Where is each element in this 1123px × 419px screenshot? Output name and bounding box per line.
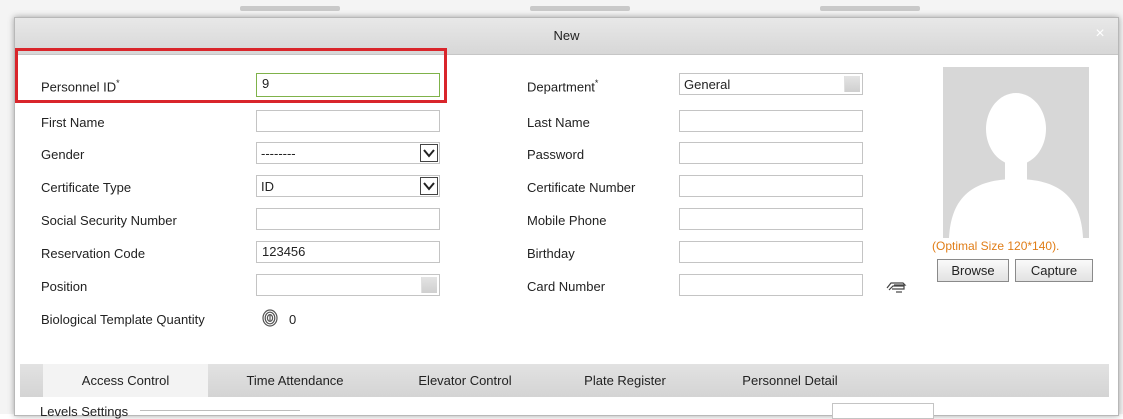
- levels-select[interactable]: [832, 403, 934, 419]
- chevron-down-icon[interactable]: [420, 144, 438, 162]
- position-select[interactable]: [256, 274, 440, 296]
- birthday-input[interactable]: [679, 241, 863, 263]
- birthday-label: Birthday: [527, 246, 575, 261]
- dialog-title: New: [553, 28, 580, 43]
- photo-preview: [943, 67, 1089, 238]
- gender-label: Gender: [41, 147, 85, 162]
- tab-personnel-detail[interactable]: Personnel Detail: [710, 364, 870, 397]
- dropdown-arrow-icon[interactable]: [844, 76, 860, 92]
- biological-template-count: 0: [289, 312, 297, 327]
- person-silhouette-icon: [949, 93, 1083, 238]
- tab-elevator-control[interactable]: Elevator Control: [390, 364, 540, 397]
- capture-button[interactable]: Capture: [1015, 259, 1093, 282]
- mobile-phone-input[interactable]: [679, 208, 863, 230]
- card-reader-icon[interactable]: [885, 279, 907, 293]
- last-name-input[interactable]: [679, 110, 863, 132]
- mobile-phone-label: Mobile Phone: [527, 213, 607, 228]
- first-name-input[interactable]: [256, 110, 440, 132]
- certificate-type-label: Certificate Type: [41, 180, 132, 195]
- background-hint: [530, 6, 630, 11]
- personnel-id-label: Personnel ID*: [41, 78, 120, 95]
- password-label: Password: [527, 147, 585, 162]
- card-number-label: Card Number: [527, 279, 606, 294]
- department-value: General: [684, 77, 731, 92]
- background-hint: [240, 6, 340, 11]
- certificate-number-label: Certificate Number: [527, 180, 636, 195]
- last-name-label: Last Name: [527, 115, 590, 130]
- tab-access-control[interactable]: Access Control: [43, 364, 208, 397]
- chevron-down-icon[interactable]: [420, 177, 438, 195]
- certificate-type-value: ID: [261, 179, 274, 194]
- dropdown-arrow-icon[interactable]: [421, 277, 437, 293]
- department-label: Department*: [527, 78, 599, 95]
- card-number-input[interactable]: [679, 274, 863, 296]
- first-name-label: First Name: [41, 115, 105, 130]
- certificate-number-input[interactable]: [679, 175, 863, 197]
- tab-plate-register[interactable]: Plate Register: [550, 364, 700, 397]
- reservation-code-label: Reservation Code: [41, 246, 146, 261]
- biological-template-quantity-label: Biological Template Quantity: [41, 312, 205, 327]
- background-hint: [820, 6, 920, 11]
- close-icon[interactable]: ×: [1092, 26, 1108, 42]
- certificate-type-select[interactable]: ID: [256, 175, 440, 197]
- fingerprint-icon: [262, 309, 278, 327]
- department-select[interactable]: General: [679, 73, 863, 95]
- browse-button[interactable]: Browse: [937, 259, 1009, 282]
- section-divider: [140, 410, 300, 411]
- gender-select[interactable]: --------: [256, 142, 440, 164]
- levels-settings-label: Levels Settings: [40, 404, 129, 419]
- tab-time-attendance[interactable]: Time Attendance: [220, 364, 370, 397]
- social-security-number-label: Social Security Number: [41, 213, 177, 228]
- password-input[interactable]: [679, 142, 863, 164]
- social-security-number-input[interactable]: [256, 208, 440, 230]
- gender-value: --------: [261, 146, 296, 161]
- personnel-id-input[interactable]: 9: [256, 73, 440, 97]
- position-label: Position: [41, 279, 88, 294]
- optimal-size-hint: (Optimal Size 120*140).: [932, 239, 1060, 253]
- tab-bar: Access Control Time Attendance Elevator …: [20, 364, 1109, 397]
- reservation-code-input[interactable]: 123456: [256, 241, 440, 263]
